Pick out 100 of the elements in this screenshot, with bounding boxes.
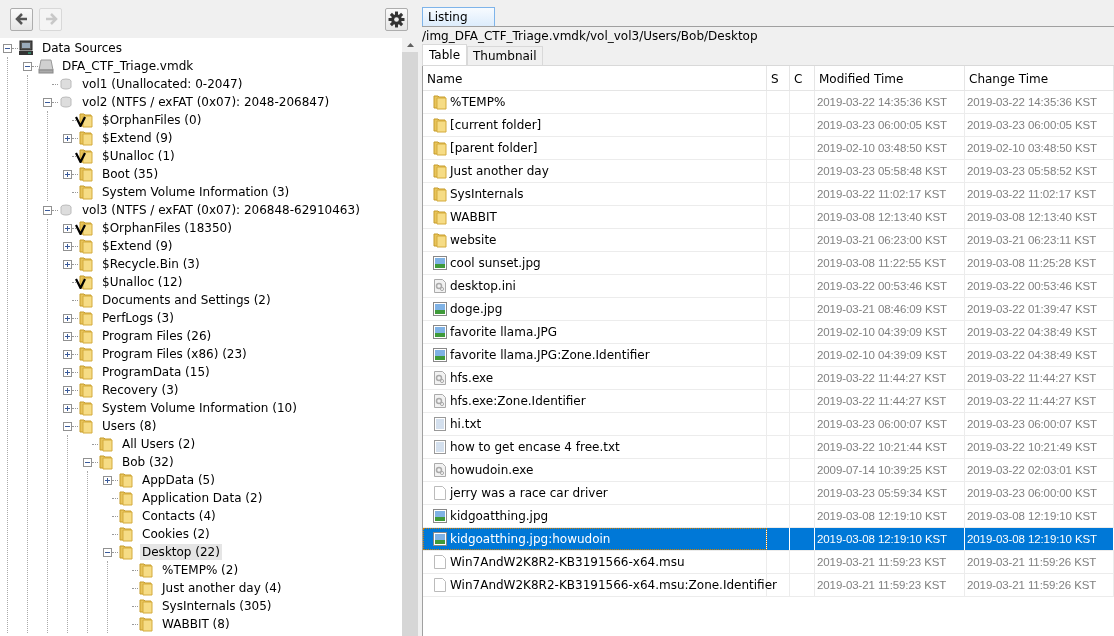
column-header[interactable]: Name xyxy=(423,66,767,90)
expand-icon[interactable] xyxy=(63,259,72,269)
table-row[interactable]: [parent folder] 2019-02-10 03:48:50 KST 2019-02-10 03:48:50 KST xyxy=(423,137,1114,160)
table-row[interactable]: hfs.exe:Zone.Identifier 2019-03-22 11:44:27 KST 2019-03-22 11:44:27 KST xyxy=(423,390,1114,413)
table-row[interactable]: desktop.ini 2019-03-22 00:53:46 KST 2019-03-22 00:53:46 KST xyxy=(423,275,1114,298)
tree-node-label[interactable]: Program Files (26) xyxy=(100,328,214,344)
tree-node-label[interactable]: System Volume Information (10) xyxy=(100,400,299,416)
tree-node-label[interactable]: Cookies (2) xyxy=(140,526,212,542)
tree-node-label[interactable]: vol1 (Unallocated: 0-2047) xyxy=(80,76,245,92)
tree-node-label[interactable]: Data Sources xyxy=(40,40,124,56)
expand-icon[interactable] xyxy=(63,385,72,395)
listing-tab[interactable]: Listing xyxy=(422,7,495,26)
column-header[interactable]: Change Time xyxy=(965,66,1114,90)
tree-node-label[interactable]: $Unalloc (12) xyxy=(100,274,185,290)
table-row[interactable]: %TEMP% 2019-03-22 14:35:36 KST 2019-03-22 14:35:36 KST xyxy=(423,91,1114,114)
tree-node-label[interactable]: PerfLogs (3) xyxy=(100,310,176,326)
tree-node-label[interactable]: SysInternals (305) xyxy=(160,598,274,614)
collapse-icon[interactable] xyxy=(43,97,52,107)
image-file-icon xyxy=(432,324,448,340)
tree-node-label[interactable]: Documents and Settings (2) xyxy=(100,292,273,308)
modified-time: 2019-03-22 10:21:44 KST xyxy=(817,441,948,453)
expand-icon[interactable] xyxy=(63,349,72,359)
expand-icon[interactable] xyxy=(63,367,72,377)
table-row[interactable]: Win7AndW2K8R2-KB3191566-x64.msu 2019-03-21 11:59:23 KST 2019-03-21 11:59:26 KST xyxy=(423,551,1114,574)
expand-icon[interactable] xyxy=(63,331,72,341)
column-header[interactable]: C xyxy=(790,66,815,90)
expand-icon[interactable] xyxy=(63,223,72,233)
back-button[interactable] xyxy=(10,7,33,31)
settings-button[interactable] xyxy=(385,7,408,31)
table-row[interactable]: Just another day 2019-03-23 05:58:48 KST 2019-03-23 05:58:52 KST xyxy=(423,160,1114,183)
collapse-icon[interactable] xyxy=(3,43,12,53)
column-header[interactable]: S xyxy=(767,66,790,90)
tree-node-label[interactable]: System Volume Information (3) xyxy=(100,184,292,200)
tree-node-label[interactable]: Boot (35) xyxy=(100,166,161,182)
modified-time: 2019-02-10 04:39:09 KST xyxy=(817,326,948,338)
table-row[interactable]: Win7AndW2K8R2-KB3191566-x64.msu:Zone.Identifier 2019-03-21 11:59:23 KST 2019-03-21 11:59:26 KST xyxy=(423,574,1114,597)
expand-icon[interactable] xyxy=(63,241,72,251)
tree-node-label[interactable]: %TEMP% (2) xyxy=(160,562,241,578)
expand-icon[interactable] xyxy=(63,169,72,179)
tree-node-label[interactable]: DFA_CTF_Triage.vmdk xyxy=(60,58,196,74)
tree-node-label[interactable]: All Users (2) xyxy=(120,436,198,452)
collapse-icon[interactable] xyxy=(83,457,92,467)
folder-icon xyxy=(138,580,154,596)
tree-node-label[interactable]: $OrphanFiles (0) xyxy=(100,112,204,128)
tree-node-label[interactable]: Users (8) xyxy=(100,418,159,434)
table-row[interactable]: cool sunset.jpg 2019-03-08 11:22:55 KST 2019-03-08 11:25:28 KST xyxy=(423,252,1114,275)
tree-node-label[interactable]: Just another day (4) xyxy=(160,580,284,596)
table-row[interactable]: hi.txt 2019-03-23 06:00:07 KST 2019-03-23 06:00:07 KST xyxy=(423,413,1114,436)
modified-time: 2019-03-08 11:22:55 KST xyxy=(817,257,947,269)
table-row[interactable]: website 2019-03-21 06:23:00 KST 2019-03-21 06:23:11 KST xyxy=(423,229,1114,252)
folder-icon xyxy=(78,382,94,398)
tree-node-label[interactable]: $Extend (9) xyxy=(100,238,175,254)
table-row[interactable]: kidgoatthing.jpg:howudoin 2019-03-08 12:19:10 KST 2019-03-08 12:19:10 KST xyxy=(423,528,1114,551)
expand-icon[interactable] xyxy=(63,403,72,413)
tree-node-label[interactable]: $Recycle.Bin (3) xyxy=(100,256,202,272)
tree-node-label[interactable]: AppData (5) xyxy=(140,472,217,488)
gear-file-icon xyxy=(432,393,448,409)
table-row[interactable]: doge.jpg 2019-03-21 08:46:09 KST 2019-03-22 01:39:47 KST xyxy=(423,298,1114,321)
tree-node-label[interactable]: Desktop (22) xyxy=(140,544,222,560)
tree-node-label[interactable]: Recovery (3) xyxy=(100,382,181,398)
column-header[interactable]: Modified Time xyxy=(815,66,965,90)
tree-node-label[interactable]: ProgramData (15) xyxy=(100,364,212,380)
tree-node-label[interactable]: Program Files (x86) (23) xyxy=(100,346,249,362)
expand-icon[interactable] xyxy=(63,313,72,323)
modified-time: 2019-03-22 00:53:46 KST xyxy=(817,280,948,292)
tree-node-label[interactable]: vol2 (NTFS / exFAT (0x07): 2048-206847) xyxy=(80,94,332,110)
table-row[interactable]: [current folder] 2019-03-23 06:00:05 KST 2019-03-23 06:00:05 KST xyxy=(423,114,1114,137)
view-tab[interactable]: Table xyxy=(422,44,468,65)
table-row[interactable]: jerry was a race car driver 2019-03-23 05:59:34 KST 2019-03-23 06:00:00 KST xyxy=(423,482,1114,505)
text-file-icon xyxy=(432,439,448,455)
table-row[interactable]: hfs.exe 2019-03-22 11:44:27 KST 2019-03-22 11:44:27 KST xyxy=(423,367,1114,390)
table-row[interactable]: WABBIT 2019-03-08 12:13:40 KST 2019-03-08 12:13:40 KST xyxy=(423,206,1114,229)
tree-node-label[interactable]: Contacts (4) xyxy=(140,508,218,524)
up-arrow-icon[interactable] xyxy=(406,43,414,47)
collapse-icon[interactable] xyxy=(63,421,72,431)
file-name: SysInternals xyxy=(450,187,524,201)
modified-time: 2009-07-14 10:39:25 KST xyxy=(817,464,948,476)
table-row[interactable]: howudoin.exe 2009-07-14 10:39:25 KST 2019-03-22 02:03:01 KST xyxy=(423,459,1114,482)
expand-icon[interactable] xyxy=(63,133,72,143)
tree-node-label[interactable]: WABBIT (8) xyxy=(160,616,232,632)
tree-node-label[interactable]: vol3 (NTFS / exFAT (0x07): 206848-62910463) xyxy=(80,202,362,218)
tree-node-label[interactable]: $OrphanFiles (18350) xyxy=(100,220,234,236)
tree-node-label[interactable]: Application Data (2) xyxy=(140,490,265,506)
collapse-icon[interactable] xyxy=(43,205,52,215)
collapse-icon[interactable] xyxy=(23,61,32,71)
modified-time: 2019-03-23 05:58:48 KST xyxy=(817,165,948,177)
table-row[interactable]: SysInternals 2019-03-22 11:02:17 KST 2019-03-22 11:02:17 KST xyxy=(423,183,1114,206)
table-row[interactable]: favorite llama.JPG:Zone.Identifier 2019-02-10 04:39:09 KST 2019-03-22 04:38:49 KST xyxy=(423,344,1114,367)
file-name: hfs.exe xyxy=(450,371,494,385)
table-row[interactable]: favorite llama.JPG 2019-02-10 04:39:09 KST 2019-03-22 04:38:49 KST xyxy=(423,321,1114,344)
tree-node-label[interactable]: Bob (32) xyxy=(120,454,176,470)
tree-node-label[interactable]: $Unalloc (1) xyxy=(100,148,177,164)
collapse-icon[interactable] xyxy=(103,547,112,557)
expand-icon[interactable] xyxy=(103,475,112,485)
change-time: 2019-03-21 11:59:26 KST xyxy=(967,579,1097,591)
scrollbar[interactable] xyxy=(402,38,418,636)
table-row[interactable]: how to get encase 4 free.txt 2019-03-22 10:21:44 KST 2019-03-22 10:21:49 KST xyxy=(423,436,1114,459)
folder-icon xyxy=(432,94,448,110)
tree-node-label[interactable]: $Extend (9) xyxy=(100,130,175,146)
view-tab[interactable]: Thumbnail xyxy=(467,46,543,65)
